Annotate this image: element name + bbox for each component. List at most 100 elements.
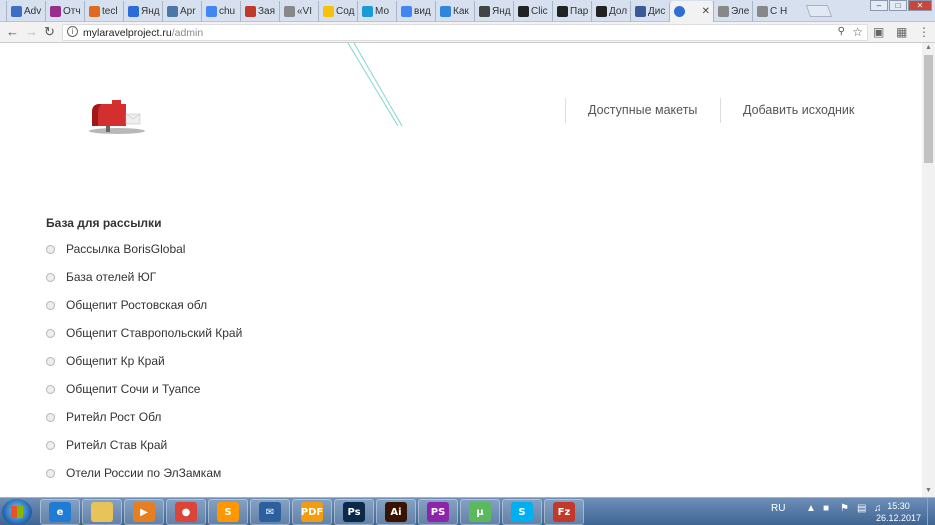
taskbar-app-button[interactable]: S bbox=[502, 499, 542, 525]
key-icon[interactable]: ⚲ bbox=[838, 26, 845, 37]
radio-button[interactable] bbox=[46, 245, 55, 254]
maximize-button[interactable]: □ bbox=[889, 0, 907, 11]
tab-label: Янд bbox=[492, 6, 511, 17]
tray-app-icon[interactable]: ■ bbox=[823, 503, 829, 514]
bookmark-star-icon[interactable]: ☆ bbox=[852, 25, 863, 39]
scroll-thumb[interactable] bbox=[924, 55, 933, 163]
browser-tab[interactable]: вид bbox=[396, 1, 433, 22]
taskbar-app-button[interactable]: Ai bbox=[376, 499, 416, 525]
browser-tab[interactable]: Янд bbox=[123, 1, 160, 22]
browser-tab[interactable]: Янд bbox=[474, 1, 511, 22]
list-item-label[interactable]: Ритейл Рост Обл bbox=[66, 410, 161, 424]
tab-label: Пар bbox=[570, 6, 589, 17]
taskbar-app-button[interactable]: e bbox=[40, 499, 80, 525]
browser-tab[interactable]: «VI bbox=[279, 1, 316, 22]
info-icon[interactable]: i bbox=[67, 26, 78, 37]
address-bar[interactable]: i mylaravelproject.ru/admin ⚲ ☆ bbox=[62, 24, 868, 41]
taskbar-app-button[interactable] bbox=[82, 499, 122, 525]
browser-tab[interactable]: tecl bbox=[84, 1, 121, 22]
taskbar-app-button[interactable]: PS bbox=[418, 499, 458, 525]
radio-button[interactable] bbox=[46, 273, 55, 282]
taskbar-app-button[interactable]: ● bbox=[166, 499, 206, 525]
back-arrow-icon[interactable]: ← bbox=[6, 24, 19, 39]
browser-tab[interactable]: Дис bbox=[630, 1, 667, 22]
radio-button[interactable] bbox=[46, 301, 55, 310]
page-icon bbox=[718, 6, 729, 17]
yellow-icon bbox=[323, 6, 334, 17]
close-tab-icon[interactable]: ✕ bbox=[702, 6, 710, 17]
list-item-label[interactable]: Общепит Кр Край bbox=[66, 354, 165, 368]
list-item-label[interactable]: Ритейл Став Край bbox=[66, 438, 167, 452]
decorative-lines bbox=[347, 43, 403, 127]
list-item: Общепит Кр Край bbox=[46, 354, 242, 382]
show-desktop-button[interactable] bbox=[927, 498, 935, 525]
language-indicator[interactable]: RU bbox=[771, 503, 785, 514]
scroll-down-icon[interactable]: ▼ bbox=[925, 487, 932, 494]
taskbar-app-button[interactable]: µ bbox=[460, 499, 500, 525]
system-clock[interactable]: 15:30 26.12.2017 bbox=[876, 500, 921, 524]
extension-puzzle-icon[interactable]: ▦ bbox=[896, 25, 907, 39]
menu-dots-icon[interactable]: ⋮ bbox=[918, 25, 930, 39]
start-button[interactable] bbox=[2, 499, 32, 525]
browser-tab[interactable]: Пар bbox=[552, 1, 589, 22]
list-item: Отели России по ЭлЗамкам bbox=[46, 466, 242, 494]
list-item-label[interactable]: Отели России по ЭлЗамкам bbox=[66, 466, 221, 480]
taskbar-app-button[interactable]: Fz bbox=[544, 499, 584, 525]
list-item-label[interactable]: Общепит Сочи и Туапсе bbox=[66, 382, 200, 396]
extension-camera-icon[interactable]: ▣ bbox=[873, 25, 884, 39]
folder-icon bbox=[91, 502, 113, 522]
browser-tab[interactable]: Adv bbox=[6, 1, 43, 22]
browser-tab[interactable]: Мо bbox=[357, 1, 394, 22]
nav-link-templates[interactable]: Доступные макеты bbox=[588, 103, 697, 117]
page-scrollbar[interactable]: ▲ ▼ bbox=[922, 43, 935, 497]
taskbar-app-button[interactable]: PDF bbox=[292, 499, 332, 525]
metrica-icon bbox=[50, 6, 61, 17]
mailbox-logo[interactable] bbox=[86, 98, 148, 138]
clickup-icon bbox=[518, 6, 529, 17]
taskbar: e ▶ ● S ✉ PDF Ps Ai PS µ S Fz RU ▲ ■ ⚑ ▤ ♫ 15:30 26… bbox=[0, 497, 935, 525]
list-item-label[interactable]: База отелей ЮГ bbox=[66, 270, 156, 284]
browser-tab[interactable]: ✕ bbox=[669, 1, 713, 22]
forward-arrow-icon[interactable]: → bbox=[25, 24, 38, 39]
scroll-up-icon[interactable]: ▲ bbox=[925, 44, 932, 51]
list-item-label[interactable]: Общепит Ростовская обл bbox=[66, 298, 207, 312]
radio-button[interactable] bbox=[46, 357, 55, 366]
browser-toolbar: ← → ↻ i mylaravelproject.ru/admin ⚲ ☆ ▣ … bbox=[0, 22, 935, 43]
tab-label: Сод bbox=[336, 6, 355, 17]
radio-button[interactable] bbox=[46, 329, 55, 338]
list-item-label[interactable]: Рассылка BorisGlobal bbox=[66, 242, 185, 256]
minimize-button[interactable]: – bbox=[870, 0, 888, 11]
browser-tab[interactable]: С Н bbox=[752, 1, 789, 22]
nav-link-add-source[interactable]: Добавить исходник bbox=[743, 103, 854, 117]
tray-arrow-icon[interactable]: ▲ bbox=[806, 503, 816, 514]
browser-tab[interactable]: Эле bbox=[713, 1, 750, 22]
browser-tab[interactable]: Как bbox=[435, 1, 472, 22]
browser-tab[interactable]: Отч bbox=[45, 1, 82, 22]
browser-tab[interactable]: Сод bbox=[318, 1, 355, 22]
vk-icon bbox=[167, 6, 178, 17]
taskbar-app-button[interactable]: ▶ bbox=[124, 499, 164, 525]
taskbar-app-button[interactable]: Ps bbox=[334, 499, 374, 525]
list-item: Общепит Ставропольский Край bbox=[46, 326, 242, 354]
reload-icon[interactable]: ↻ bbox=[44, 24, 55, 40]
close-window-button[interactable]: ✕ bbox=[908, 0, 932, 11]
radio-button[interactable] bbox=[46, 469, 55, 478]
browser-tab[interactable]: Зая bbox=[240, 1, 277, 22]
taskbar-app-button[interactable]: S bbox=[208, 499, 248, 525]
tab-label: «VI bbox=[297, 6, 313, 17]
radio-button[interactable] bbox=[46, 413, 55, 422]
tab-label: Дол bbox=[609, 6, 628, 17]
phpstorm-icon: PS bbox=[427, 502, 449, 522]
taskbar-app-button[interactable]: ✉ bbox=[250, 499, 290, 525]
action-center-flag-icon[interactable]: ⚑ bbox=[840, 503, 849, 514]
radio-button[interactable] bbox=[46, 385, 55, 394]
new-tab-button[interactable] bbox=[805, 5, 833, 17]
network-icon[interactable]: ▤ bbox=[857, 503, 866, 514]
reload-icon bbox=[479, 6, 490, 17]
list-item-label[interactable]: Общепит Ставропольский Край bbox=[66, 326, 242, 340]
browser-tab[interactable]: Дол bbox=[591, 1, 628, 22]
browser-tab[interactable]: chu bbox=[201, 1, 238, 22]
browser-tab[interactable]: Clic bbox=[513, 1, 550, 22]
radio-button[interactable] bbox=[46, 441, 55, 450]
browser-tab[interactable]: Apr bbox=[162, 1, 199, 22]
